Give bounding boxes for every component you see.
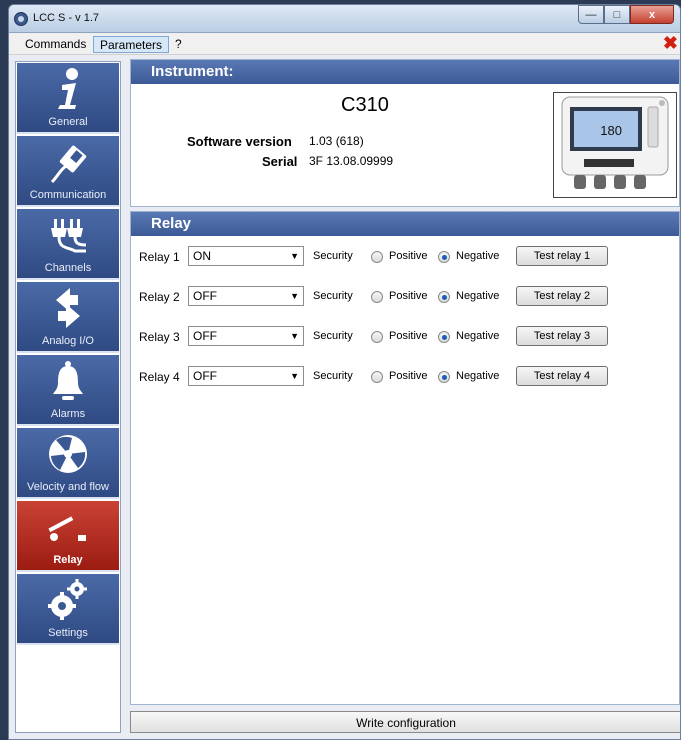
relay-label: Relay 4 <box>139 370 180 384</box>
positive-radio[interactable] <box>371 371 383 383</box>
sidebar-item-label: Analog I/O <box>42 335 94 347</box>
app-window: LCC S - v 1.7 — □ x Commands Parameters … <box>8 4 681 740</box>
instrument-model: C310 <box>341 94 389 116</box>
negative-radio[interactable] <box>438 291 450 303</box>
bell-icon <box>53 361 83 400</box>
serial-label: Serial <box>262 154 298 169</box>
negative-label: Negative <box>456 250 500 262</box>
positive-radio[interactable] <box>371 331 383 343</box>
relay-state-value: ON <box>193 249 211 263</box>
app-logo-icon <box>14 12 28 26</box>
relay-state-value: OFF <box>193 369 217 383</box>
sidebar-item-settings[interactable]: Settings <box>17 574 119 645</box>
relay-state-select[interactable]: OFF ▼ <box>188 326 304 346</box>
dropdown-arrow-icon: ▼ <box>290 251 299 261</box>
negative-label: Negative <box>456 290 500 302</box>
instrument-heading: Instrument: <box>131 60 679 84</box>
relay-state-select[interactable]: ON ▼ <box>188 246 304 266</box>
software-version-label: Software version <box>187 134 292 149</box>
info-icon <box>58 68 78 109</box>
negative-radio[interactable] <box>438 331 450 343</box>
relay-state-select[interactable]: OFF ▼ <box>188 366 304 386</box>
fan-icon <box>49 435 87 473</box>
menu-bar: Commands Parameters ? ✖ <box>9 33 680 55</box>
client-area: General Communication Channels Analog I/… <box>9 55 680 739</box>
test-relay-2-button[interactable]: Test relay 2 <box>516 286 608 306</box>
negative-label: Negative <box>456 370 500 382</box>
title-bar[interactable]: LCC S - v 1.7 — □ x <box>9 5 680 33</box>
sidebar: General Communication Channels Analog I/… <box>15 61 121 733</box>
menu-help[interactable]: ? <box>169 36 188 53</box>
test-relay-1-button[interactable]: Test relay 1 <box>516 246 608 266</box>
relay-state-value: OFF <box>193 329 217 343</box>
menu-parameters[interactable]: Parameters <box>93 36 170 53</box>
sidebar-item-channels[interactable]: Channels <box>17 209 119 280</box>
sidebar-item-label: Communication <box>29 189 107 201</box>
sidebar-item-label: Relay <box>53 554 83 566</box>
positive-label: Positive <box>389 330 428 342</box>
test-relay-3-button[interactable]: Test relay 3 <box>516 326 608 346</box>
relay-state-value: OFF <box>193 289 217 303</box>
menu-commands[interactable]: Commands <box>19 36 92 53</box>
negative-label: Negative <box>456 330 500 342</box>
positive-radio[interactable] <box>371 291 383 303</box>
relay-heading: Relay <box>131 212 679 236</box>
device-display-reading: 180 <box>600 123 622 138</box>
dropdown-arrow-icon: ▼ <box>290 291 299 301</box>
close-icon[interactable]: ✖ <box>663 34 678 52</box>
negative-radio[interactable] <box>438 251 450 263</box>
window-controls: — □ x <box>578 5 674 25</box>
minimize-button[interactable]: — <box>578 5 604 24</box>
relay-state-select[interactable]: OFF ▼ <box>188 286 304 306</box>
positive-label: Positive <box>389 370 428 382</box>
relay-label: Relay 2 <box>139 290 180 304</box>
security-label: Security <box>313 290 353 302</box>
sidebar-item-communication[interactable]: Communication <box>17 136 119 207</box>
positive-radio[interactable] <box>371 251 383 263</box>
write-configuration-button[interactable]: Write configuration <box>130 711 680 733</box>
maximize-button[interactable]: □ <box>604 5 630 24</box>
sidebar-item-label: Channels <box>44 262 92 274</box>
test-relay-4-button[interactable]: Test relay 4 <box>516 366 608 386</box>
relay-panel: Relay Relay 1 ON ▼ Security Positive Neg… <box>130 211 680 705</box>
security-label: Security <box>313 250 353 262</box>
sidebar-item-label: General <box>48 116 88 128</box>
relay-label: Relay 3 <box>139 330 180 344</box>
sidebar-item-label: Alarms <box>50 408 86 420</box>
positive-label: Positive <box>389 290 428 302</box>
instrument-panel: Instrument: C310 Software version 1.03 (… <box>130 59 680 207</box>
sidebar-item-velocity-flow[interactable]: Velocity and flow <box>17 428 119 499</box>
ethernet-cable-icon <box>50 145 87 184</box>
software-version-value: 1.03 (618) <box>309 134 364 148</box>
close-window-button[interactable]: x <box>630 5 674 24</box>
arrows-io-icon <box>56 288 80 328</box>
security-label: Security <box>313 330 353 342</box>
plug-icon <box>51 219 87 253</box>
gears-icon <box>48 579 87 620</box>
device-image: 180 <box>553 92 677 198</box>
negative-radio[interactable] <box>438 371 450 383</box>
sidebar-item-label: Velocity and flow <box>27 481 109 493</box>
sidebar-item-label: Settings <box>48 627 88 639</box>
dropdown-arrow-icon: ▼ <box>290 371 299 381</box>
sidebar-item-alarms[interactable]: Alarms <box>17 355 119 426</box>
sidebar-item-relay[interactable]: Relay <box>17 501 119 572</box>
dropdown-arrow-icon: ▼ <box>290 331 299 341</box>
relay-label: Relay 1 <box>139 250 180 264</box>
security-label: Security <box>313 370 353 382</box>
window-title: LCC S - v 1.7 <box>33 12 100 24</box>
serial-value: 3F 13.08.09999 <box>309 154 394 168</box>
positive-label: Positive <box>389 250 428 262</box>
sidebar-item-analog-io[interactable]: Analog I/O <box>17 282 119 353</box>
sidebar-item-general[interactable]: General <box>17 63 119 134</box>
switch-icon <box>48 516 86 541</box>
